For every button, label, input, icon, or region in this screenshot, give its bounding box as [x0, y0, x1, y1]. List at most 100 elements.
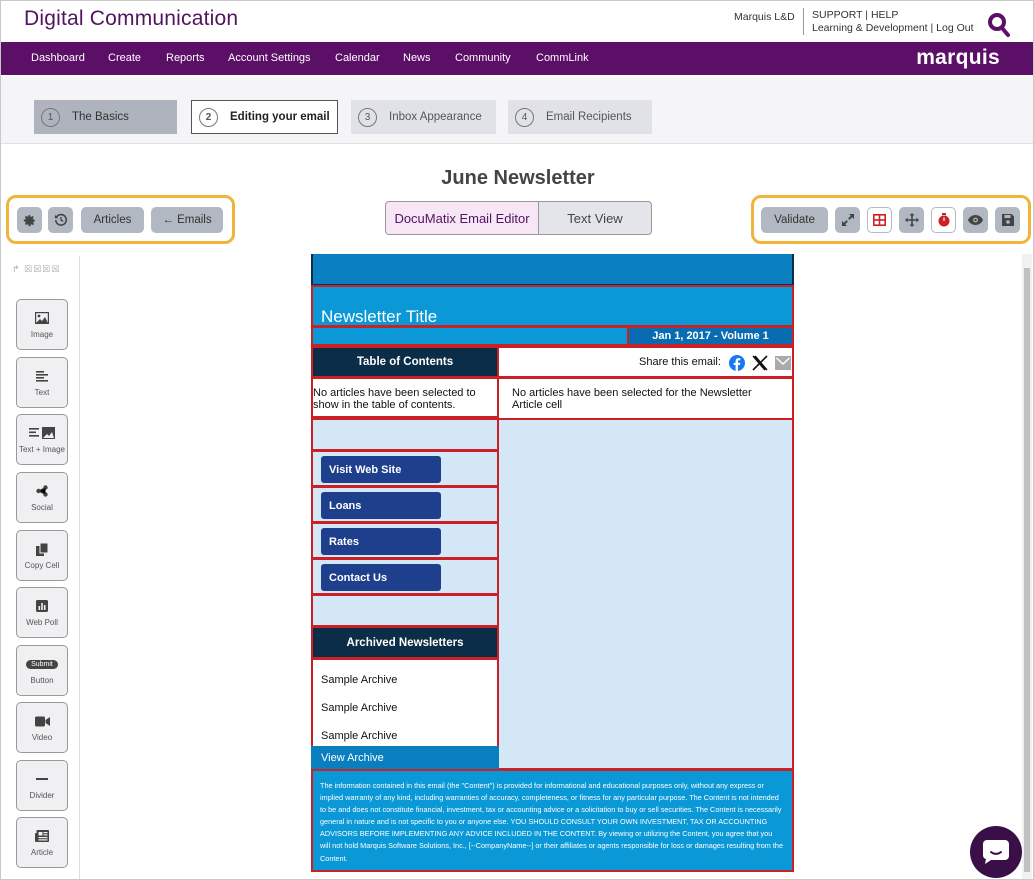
- gear-icon: [23, 214, 35, 226]
- email-share-icon[interactable]: [775, 356, 791, 370]
- move-button[interactable]: [899, 207, 924, 233]
- nav-create[interactable]: Create: [108, 52, 141, 64]
- button-cell-rates: Rates: [311, 522, 499, 559]
- date-volume-cell[interactable]: Jan 1, 2017 - Volume 1: [627, 326, 794, 346]
- video-camera-icon: [34, 716, 50, 726]
- palette-label: Social: [31, 503, 53, 512]
- palette-divider[interactable]: Divider: [16, 760, 68, 811]
- disclaimer-text: The information contained in this email …: [320, 781, 784, 863]
- newsletter-title: Newsletter Title: [321, 307, 438, 326]
- step-inbox-appearance[interactable]: 3 Inbox Appearance: [351, 100, 496, 134]
- palette-top-controls[interactable]: ↱ ☒☒☒☒: [12, 264, 60, 275]
- nav-account-settings[interactable]: Account Settings: [228, 52, 311, 64]
- step-number: 1: [41, 107, 60, 127]
- email-top-banner[interactable]: [311, 254, 794, 286]
- support-help-links[interactable]: SUPPORT | HELP: [812, 9, 974, 22]
- palette-button[interactable]: Submit Button: [16, 645, 68, 696]
- image-icon: [35, 312, 49, 324]
- disclaimer-cell[interactable]: The information contained in this email …: [311, 769, 794, 872]
- grid-icon: [873, 214, 886, 226]
- subtitle-left-cell[interactable]: [311, 326, 629, 346]
- article-cell[interactable]: No articles have been selected for the N…: [497, 377, 794, 420]
- header-divider: [803, 8, 804, 35]
- expand-button[interactable]: [835, 207, 860, 233]
- step-email-recipients[interactable]: 4 Email Recipients: [508, 100, 652, 134]
- palette-text-image[interactable]: Text + Image: [16, 414, 68, 465]
- palette-text[interactable]: Text: [16, 357, 68, 408]
- loans-button[interactable]: Loans: [321, 492, 441, 519]
- submit-badge-icon: Submit: [26, 659, 58, 669]
- left-spacer-cell[interactable]: [311, 418, 499, 451]
- newsletter-title-cell[interactable]: Newsletter Title: [311, 285, 794, 327]
- visit-web-site-button[interactable]: Visit Web Site: [321, 456, 441, 483]
- validate-button[interactable]: Validate: [761, 207, 828, 233]
- articles-button[interactable]: Articles: [81, 207, 144, 233]
- chat-bubble-icon: [983, 840, 1009, 864]
- palette-label: Video: [31, 733, 53, 742]
- view-archive-link[interactable]: View Archive: [311, 746, 499, 770]
- palette-video[interactable]: Video: [16, 702, 68, 753]
- account-logout-links[interactable]: Learning & Development | Log Out: [812, 22, 974, 35]
- tab-documatix-email-editor[interactable]: DocuMatix Email Editor: [385, 201, 539, 235]
- app-frame: Digital Communication Marquis L&D SUPPOR…: [0, 0, 1034, 880]
- archive-link[interactable]: Sample Archive: [321, 730, 397, 742]
- preview-button[interactable]: [963, 207, 988, 233]
- contact-us-button[interactable]: Contact Us: [321, 564, 441, 591]
- archive-list-cell[interactable]: Sample Archive Sample Archive Sample Arc…: [311, 658, 499, 770]
- date-volume: Jan 1, 2017 - Volume 1: [652, 330, 769, 342]
- document-title: June Newsletter: [441, 167, 595, 189]
- article-empty-message: No articles have been selected for the N…: [512, 387, 752, 411]
- copy-icon: [36, 542, 48, 556]
- nav-dashboard[interactable]: Dashboard: [31, 52, 85, 64]
- archive-heading[interactable]: Archived Newsletters: [311, 626, 499, 659]
- app-title: Digital Communication: [24, 7, 239, 30]
- save-button[interactable]: [995, 207, 1020, 233]
- facebook-icon[interactable]: [729, 355, 745, 371]
- toc-heading[interactable]: Table of Contents: [311, 346, 499, 378]
- palette-article[interactable]: Article: [16, 817, 68, 868]
- step-editing-your-email[interactable]: 2 Editing your email: [191, 100, 338, 134]
- palette-social[interactable]: Social: [16, 472, 68, 523]
- x-twitter-icon[interactable]: [752, 355, 768, 371]
- tab-text-view[interactable]: Text View: [538, 201, 652, 235]
- timer-button[interactable]: [931, 207, 956, 233]
- rates-button[interactable]: Rates: [321, 528, 441, 555]
- palette-label: Web Poll: [26, 618, 58, 627]
- palette-web-poll[interactable]: Web Poll: [16, 587, 68, 638]
- step-label: Editing your email: [230, 111, 330, 123]
- step-label: Inbox Appearance: [389, 111, 482, 123]
- expand-icon: [841, 214, 854, 226]
- scrollbar-thumb[interactable]: [1024, 268, 1030, 872]
- settings-button[interactable]: [17, 207, 42, 233]
- newspaper-icon: [35, 830, 49, 842]
- palette-copy-cell[interactable]: Copy Cell: [16, 530, 68, 581]
- palette-label: Article: [30, 848, 54, 857]
- nav-calendar[interactable]: Calendar: [335, 52, 380, 64]
- archive-link[interactable]: Sample Archive: [321, 674, 397, 686]
- button-cell-loans: Loans: [311, 486, 499, 523]
- right-content-area[interactable]: [497, 418, 794, 770]
- chat-button[interactable]: [970, 826, 1022, 878]
- grid-toggle-button[interactable]: [867, 207, 892, 233]
- marquis-logo[interactable]: marquis: [916, 46, 1000, 70]
- emails-back-button[interactable]: ← Emails: [151, 207, 223, 233]
- nav-news[interactable]: News: [403, 52, 431, 64]
- palette-image[interactable]: Image: [16, 299, 68, 350]
- vertical-scrollbar[interactable]: [1022, 254, 1032, 879]
- palette-label: Divider: [29, 791, 55, 800]
- step-number: 3: [358, 107, 377, 127]
- nav-commlink[interactable]: CommLink: [536, 52, 589, 64]
- share-cell[interactable]: Share this email:: [497, 346, 794, 378]
- nav-community[interactable]: Community: [455, 52, 511, 64]
- nav-reports[interactable]: Reports: [166, 52, 205, 64]
- toc-content-cell[interactable]: No articles have been selected to show i…: [311, 377, 499, 418]
- history-button[interactable]: [48, 207, 73, 233]
- step-the-basics[interactable]: 1 The Basics: [34, 100, 177, 134]
- archive-link[interactable]: Sample Archive: [321, 702, 397, 714]
- left-spacer-cell-2[interactable]: [311, 594, 499, 627]
- palette-label: Text + Image: [18, 445, 66, 454]
- user-name[interactable]: Marquis L&D: [734, 11, 795, 23]
- divider-icon: [36, 778, 48, 780]
- stopwatch-icon: [938, 213, 949, 227]
- search-icon[interactable]: [987, 12, 1011, 38]
